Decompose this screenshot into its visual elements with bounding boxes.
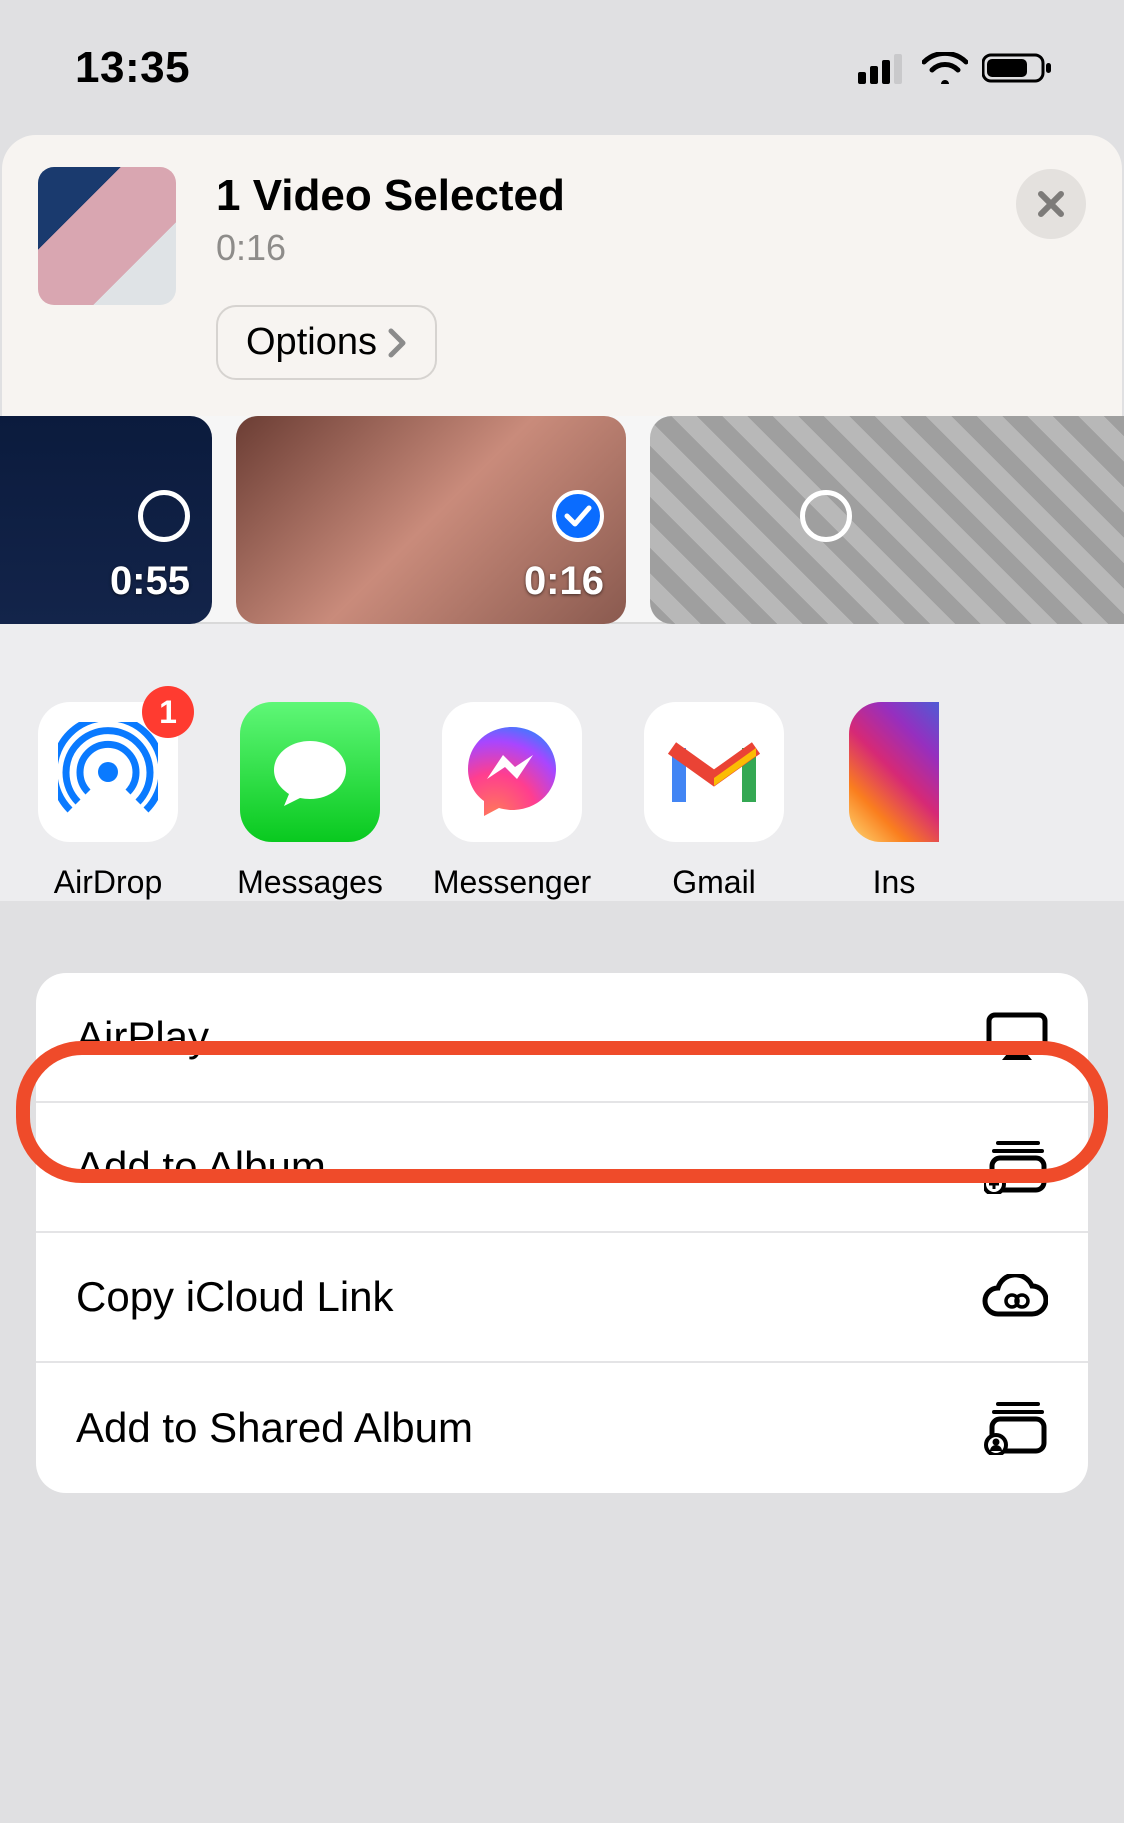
share-app-airdrop[interactable]: 1 AirDrop bbox=[36, 702, 180, 901]
battery-icon bbox=[982, 52, 1054, 84]
icloud-link-icon bbox=[982, 1274, 1048, 1320]
selection-circle-icon[interactable] bbox=[800, 490, 852, 542]
action-airplay[interactable]: AirPlay bbox=[36, 973, 1088, 1103]
add-to-album-icon bbox=[984, 1140, 1048, 1194]
shared-album-icon bbox=[984, 1401, 1048, 1455]
thumbnail-duration: 0:55 bbox=[110, 559, 190, 604]
app-label: Messenger bbox=[433, 864, 591, 901]
app-label: Ins bbox=[873, 864, 916, 901]
thumbnail-duration: 0:16 bbox=[524, 559, 604, 604]
airdrop-icon: 1 bbox=[38, 702, 178, 842]
instagram-icon bbox=[849, 702, 939, 842]
app-label: Messages bbox=[237, 864, 383, 901]
status-time: 13:35 bbox=[75, 43, 190, 93]
thumbnail-item[interactable] bbox=[650, 416, 1124, 624]
options-label: Options bbox=[246, 321, 377, 364]
status-icons bbox=[858, 52, 1054, 84]
thumbnail-strip[interactable]: 0:55 0:16 bbox=[0, 416, 1124, 624]
sheet-duration: 0:16 bbox=[216, 227, 976, 269]
thumbnail-item[interactable]: 0:16 bbox=[236, 416, 626, 624]
action-label: Add to Album bbox=[76, 1143, 326, 1191]
action-add-to-shared-album[interactable]: Add to Shared Album bbox=[36, 1363, 1088, 1493]
selection-circle-icon[interactable] bbox=[138, 490, 190, 542]
share-apps-row[interactable]: 1 AirDrop Messages Messenger bbox=[0, 624, 1124, 901]
share-app-messenger[interactable]: Messenger bbox=[440, 702, 584, 901]
action-label: Copy iCloud Link bbox=[76, 1273, 394, 1321]
app-label: Gmail bbox=[672, 864, 756, 901]
status-bar: 13:35 bbox=[0, 0, 1124, 135]
action-copy-icloud-link[interactable]: Copy iCloud Link bbox=[36, 1233, 1088, 1363]
selection-check-icon[interactable] bbox=[552, 490, 604, 542]
share-sheet-header: 1 Video Selected 0:16 Options bbox=[2, 135, 1122, 416]
action-label: Add to Shared Album bbox=[76, 1404, 473, 1452]
airdrop-badge: 1 bbox=[142, 686, 194, 738]
close-icon bbox=[1035, 188, 1067, 220]
airplay-icon bbox=[986, 1012, 1048, 1062]
sheet-title: 1 Video Selected bbox=[216, 171, 976, 221]
close-button[interactable] bbox=[1016, 169, 1086, 239]
gmail-icon bbox=[644, 702, 784, 842]
share-app-messages[interactable]: Messages bbox=[238, 702, 382, 901]
share-app-gmail[interactable]: Gmail bbox=[642, 702, 786, 901]
chevron-right-icon bbox=[387, 328, 407, 358]
action-label: AirPlay bbox=[76, 1013, 209, 1061]
selected-thumbnail[interactable] bbox=[38, 167, 176, 305]
messenger-icon bbox=[442, 702, 582, 842]
wifi-icon bbox=[922, 52, 968, 84]
options-button[interactable]: Options bbox=[216, 305, 437, 380]
thumbnail-item[interactable]: 0:55 bbox=[0, 416, 212, 624]
action-add-to-album[interactable]: Add to Album bbox=[36, 1103, 1088, 1233]
cellular-icon bbox=[858, 52, 908, 84]
app-label: AirDrop bbox=[54, 864, 162, 901]
share-actions-list: AirPlay Add to Album Copy iCloud Link Ad… bbox=[36, 973, 1088, 1493]
share-app-instagram[interactable]: Ins bbox=[844, 702, 944, 901]
messages-icon bbox=[240, 702, 380, 842]
